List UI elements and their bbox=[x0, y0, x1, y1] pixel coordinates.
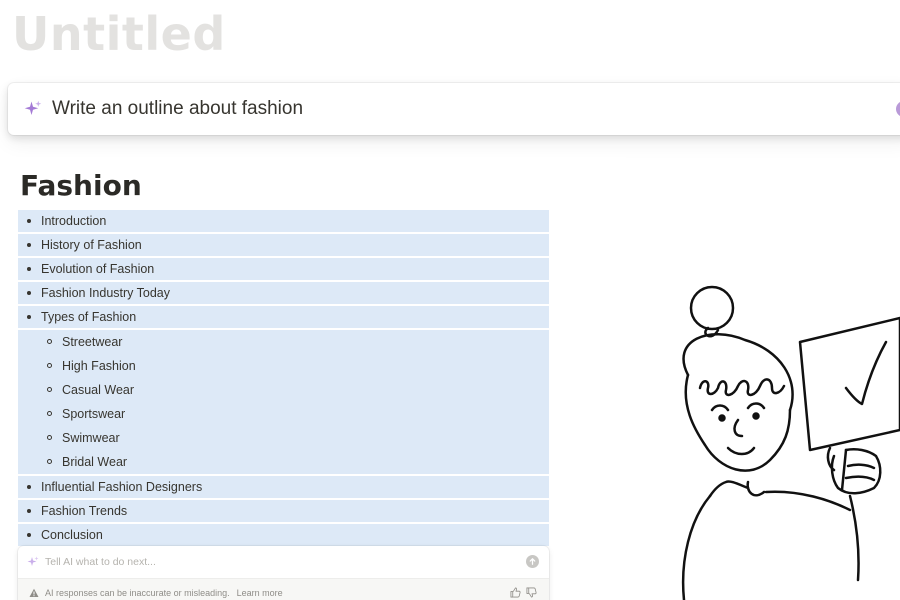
outline-item[interactable]: Types of Fashion bbox=[18, 306, 549, 328]
outline-item-label: History of Fashion bbox=[41, 238, 142, 252]
bullet-icon bbox=[27, 219, 31, 223]
outline-subitem-label: Sportswear bbox=[62, 407, 126, 421]
outline-subitem-label: High Fashion bbox=[62, 359, 136, 373]
outline-subitem-label: Bridal Wear bbox=[62, 455, 128, 469]
outline-subitem-label: Casual Wear bbox=[62, 383, 135, 397]
ai-disclaimer: AI responses can be inaccurate or mislea… bbox=[45, 588, 230, 598]
hollow-bullet-icon bbox=[47, 459, 52, 464]
bullet-icon bbox=[27, 291, 31, 295]
outline-item-label: Fashion Trends bbox=[41, 504, 128, 518]
outline-item-label: Evolution of Fashion bbox=[41, 262, 155, 276]
outline-item[interactable]: Fashion Trends bbox=[18, 500, 549, 522]
bullet-icon bbox=[27, 485, 31, 489]
sparkle-icon bbox=[24, 100, 42, 118]
outline-item[interactable]: Influential Fashion Designers bbox=[18, 476, 549, 498]
bullet-icon bbox=[27, 315, 31, 319]
ai-prompt-bar[interactable]: Write an outline about fashion bbox=[8, 83, 900, 135]
outline-item[interactable]: Evolution of Fashion bbox=[18, 258, 549, 280]
bullet-icon bbox=[27, 267, 31, 271]
outline-item[interactable]: Introduction bbox=[18, 210, 549, 232]
outline-item-label: Influential Fashion Designers bbox=[41, 480, 203, 494]
bullet-icon bbox=[27, 509, 31, 513]
outline-subitem-label: Swimwear bbox=[62, 431, 120, 445]
sparkle-icon bbox=[27, 556, 39, 568]
outline-subitem[interactable]: Sportswear bbox=[18, 402, 549, 426]
feedback-buttons bbox=[510, 587, 537, 598]
outline-item-label: Types of Fashion bbox=[41, 310, 137, 324]
page-title[interactable]: Untitled bbox=[12, 4, 226, 64]
ai-input-placeholder: Tell AI what to do next... bbox=[45, 556, 156, 568]
ai-disclaimer-bar: AI responses can be inaccurate or mislea… bbox=[18, 578, 549, 600]
hollow-bullet-icon bbox=[47, 435, 52, 440]
outline-subitem[interactable]: Bridal Wear bbox=[18, 450, 549, 474]
outline-heading[interactable]: Fashion bbox=[20, 168, 142, 204]
learn-more-link[interactable]: Learn more bbox=[237, 588, 283, 598]
outline-item[interactable]: History of Fashion bbox=[18, 234, 549, 256]
person-holding-checkmark-sign-illustration bbox=[681, 285, 900, 600]
ai-followup-input[interactable]: Tell AI what to do next... bbox=[18, 546, 549, 578]
thumbs-up-icon[interactable] bbox=[510, 587, 521, 598]
outline-subitem[interactable]: Swimwear bbox=[18, 426, 549, 450]
warning-icon bbox=[29, 588, 39, 598]
outline-item[interactable]: Conclusion bbox=[18, 524, 549, 546]
outline-item-label: Conclusion bbox=[41, 528, 103, 542]
arrow-up-icon[interactable] bbox=[526, 555, 539, 568]
thumbs-down-icon[interactable] bbox=[526, 587, 537, 598]
outline-item-label: Fashion Industry Today bbox=[41, 286, 171, 300]
outline-list: Introduction History of Fashion Evolutio… bbox=[18, 210, 549, 548]
bullet-icon bbox=[27, 533, 31, 537]
hollow-bullet-icon bbox=[47, 363, 52, 368]
bullet-icon bbox=[27, 243, 31, 247]
outline-subitem-label: Streetwear bbox=[62, 335, 123, 349]
outline-subitem[interactable]: Casual Wear bbox=[18, 378, 549, 402]
prompt-submit-button[interactable] bbox=[896, 101, 900, 117]
ai-followup-panel: Tell AI what to do next... AI responses … bbox=[18, 546, 549, 600]
hollow-bullet-icon bbox=[47, 339, 52, 344]
page: Untitled Write an outline about fashion … bbox=[0, 0, 900, 600]
outline-item[interactable]: Fashion Industry Today bbox=[18, 282, 549, 304]
hollow-bullet-icon bbox=[47, 411, 52, 416]
outline-subitem[interactable]: Streetwear bbox=[18, 330, 549, 354]
outline-item-label: Introduction bbox=[41, 214, 107, 228]
prompt-text: Write an outline about fashion bbox=[52, 98, 304, 119]
outline-subitem[interactable]: High Fashion bbox=[18, 354, 549, 378]
hollow-bullet-icon bbox=[47, 387, 52, 392]
